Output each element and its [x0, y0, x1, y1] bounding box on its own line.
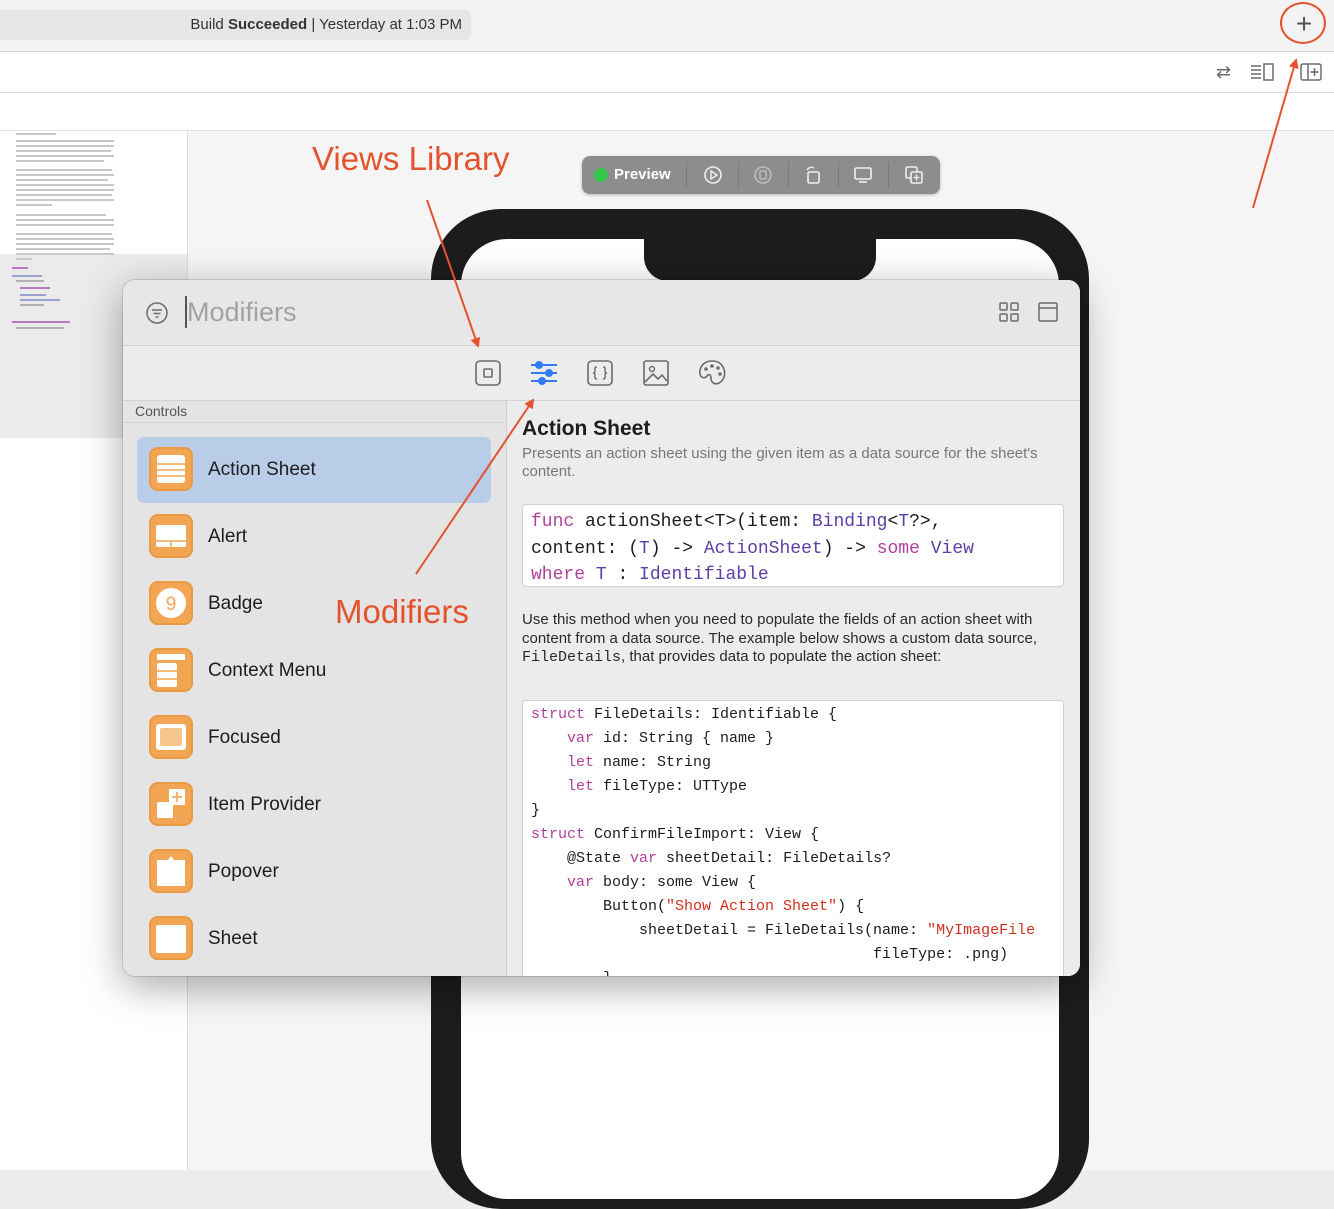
- annotation-arrows: [415, 58, 1299, 575]
- arrow-to-views-tab: [426, 199, 481, 348]
- arrow-to-library-button: [1252, 58, 1299, 209]
- arrow-to-modifiers-tab: [415, 398, 535, 575]
